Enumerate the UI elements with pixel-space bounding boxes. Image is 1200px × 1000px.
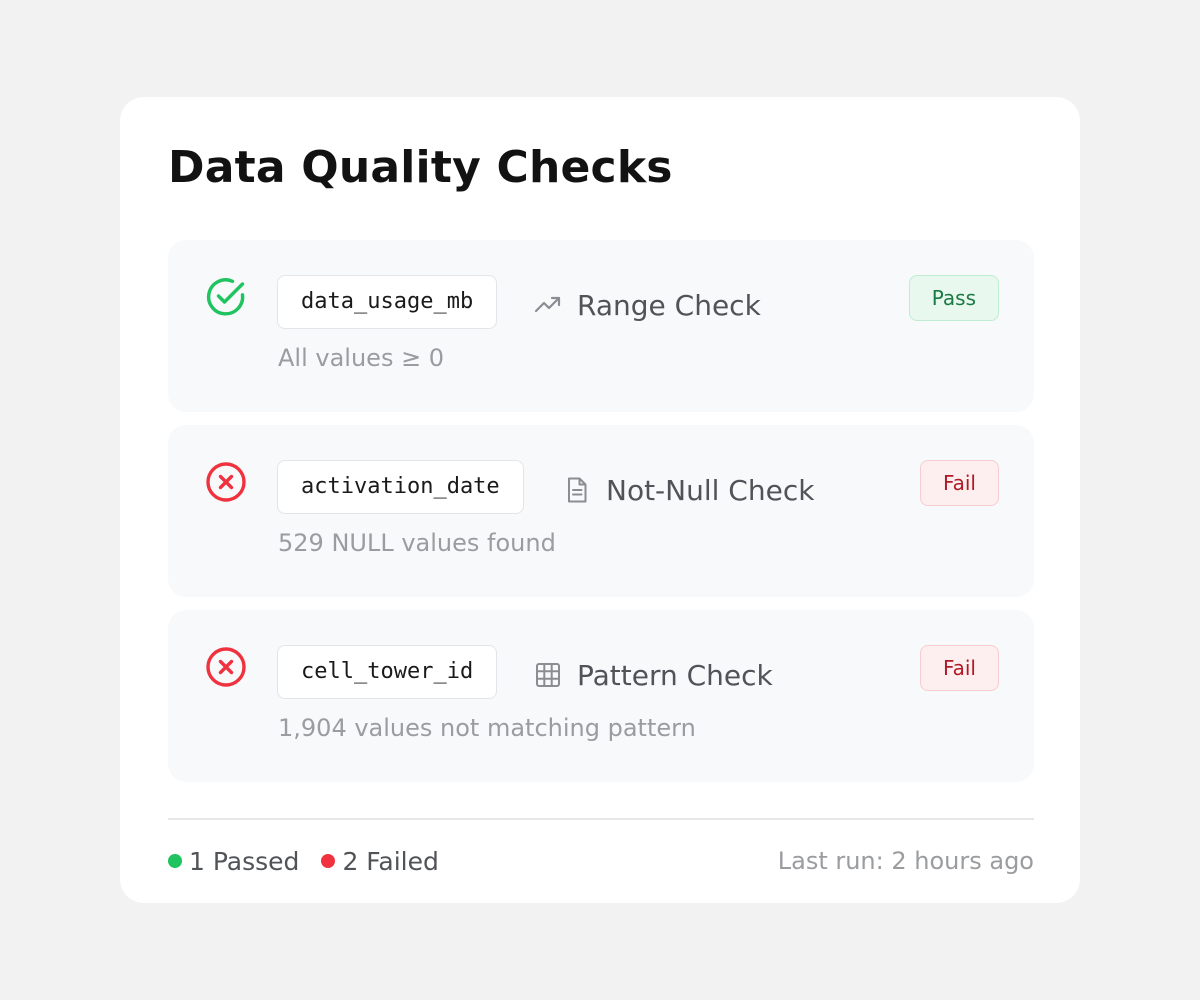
check-row-activation-date[interactable]: activation_date Not-Null Check Fail 529 …	[168, 425, 1034, 597]
check-row-data-usage-mb[interactable]: data_usage_mb Range Check Pass All value…	[168, 240, 1034, 412]
failed-label: 2 Failed	[342, 846, 439, 876]
divider	[168, 818, 1034, 820]
column-name-pill: activation_date	[277, 460, 524, 514]
check-row-cell-tower-id[interactable]: cell_tower_id Pattern Check Fail 1,904 v…	[168, 610, 1034, 782]
footer: 1 Passed 2 Failed Last run: 2 hours ago	[168, 841, 1034, 881]
check-type-label: Range Check	[577, 288, 761, 322]
document-icon	[562, 475, 592, 505]
check-type: Pattern Check	[533, 655, 773, 695]
check-circle-icon	[204, 275, 248, 319]
failed-count: 2 Failed	[321, 846, 439, 876]
check-type-label: Pattern Check	[577, 658, 773, 692]
trending-up-icon	[533, 290, 563, 320]
column-name-pill: data_usage_mb	[277, 275, 498, 329]
x-circle-icon	[204, 460, 248, 504]
data-quality-card: Data Quality Checks data_usage_mb Range …	[120, 97, 1080, 903]
check-type: Range Check	[533, 285, 761, 325]
page-title: Data Quality Checks	[168, 142, 673, 193]
status-badge: Fail	[919, 460, 999, 506]
passed-label: 1 Passed	[189, 846, 300, 876]
pass-dot-icon	[168, 854, 182, 868]
column-name-pill: cell_tower_id	[277, 645, 498, 699]
check-detail: 529 NULL values found	[278, 529, 556, 557]
check-type-label: Not-Null Check	[606, 473, 815, 507]
checks-list: data_usage_mb Range Check Pass All value…	[168, 240, 1034, 795]
status-badge: Fail	[919, 645, 999, 691]
check-type: Not-Null Check	[562, 470, 814, 510]
x-circle-icon	[204, 645, 248, 689]
grid-icon	[533, 660, 563, 690]
check-detail: 1,904 values not matching pattern	[278, 714, 696, 742]
check-detail: All values ≥ 0	[278, 344, 445, 372]
summary: 1 Passed 2 Failed	[168, 847, 461, 876]
status-badge: Pass	[908, 275, 999, 321]
passed-count: 1 Passed	[168, 847, 299, 876]
fail-dot-icon	[321, 854, 336, 868]
last-run-timestamp: Last run: 2 hours ago	[777, 847, 1034, 875]
